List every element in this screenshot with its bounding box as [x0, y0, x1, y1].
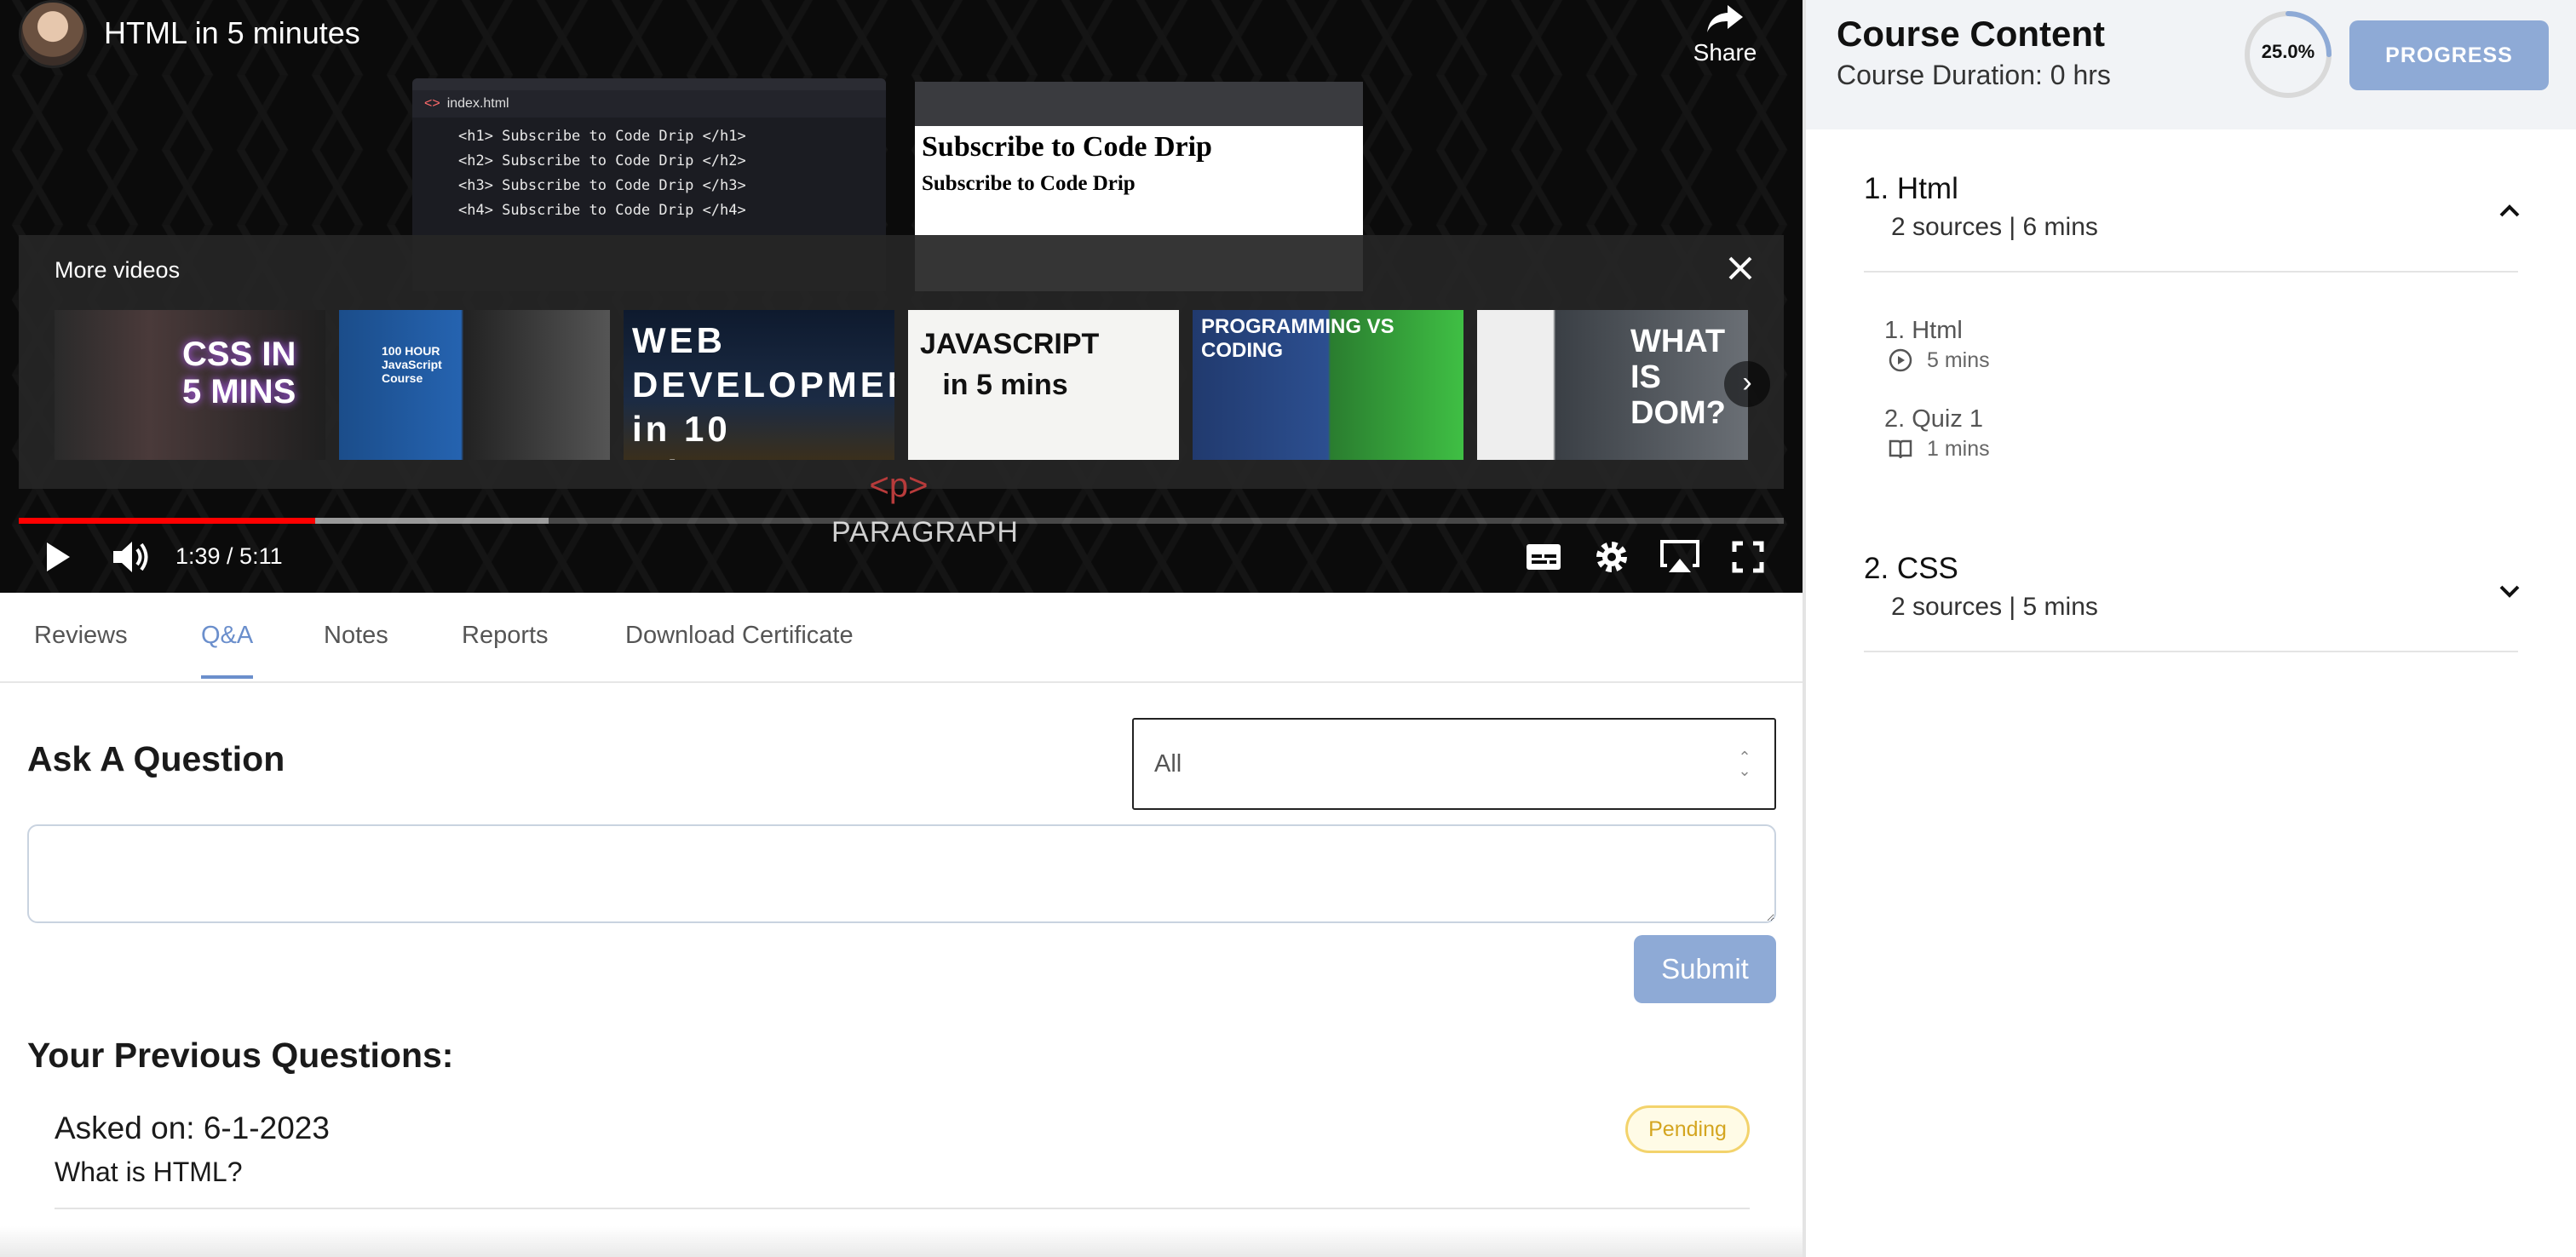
tab-reviews[interactable]: Reviews: [34, 622, 128, 675]
progress-button[interactable]: PROGRESS: [2349, 20, 2549, 90]
tab-bar: Reviews Q&A Notes Reports Download Certi…: [0, 593, 1803, 683]
ask-question-heading: Ask A Question: [27, 739, 285, 778]
more-videos-title: More videos: [55, 257, 181, 283]
thumbnail-text: CSS IN 5 MINS: [182, 336, 296, 410]
code-line: <h1> Subscribe to Code Drip </h1>: [458, 128, 746, 145]
video-thumbnail[interactable]: WEB DEVELOPMENT in 10 minutes: [624, 310, 894, 460]
submit-button[interactable]: Submit: [1634, 935, 1776, 1003]
share-icon: [1707, 5, 1743, 32]
share-button[interactable]: Share: [1687, 2, 1763, 66]
play-icon: [47, 542, 70, 571]
course-sidebar: Course Content Course Duration: 0 hrs 25…: [1803, 0, 2576, 1257]
volume-icon: [113, 542, 148, 572]
question-text: What is HTML?: [55, 1157, 243, 1187]
video-time: 1:39 / 5:11: [175, 543, 283, 569]
code-line: <h4> Subscribe to Code Drip </h4>: [458, 202, 746, 219]
video-progress-bar[interactable]: [19, 518, 1784, 524]
thumbnail-text: PROGRAMMING VS CODING: [1201, 315, 1394, 362]
chevron-down-icon[interactable]: [2494, 576, 2525, 606]
captions-button[interactable]: [1523, 533, 1564, 581]
thumbnail-text: JAVASCRIPT in 5 mins: [920, 328, 1100, 401]
browser-h1: Subscribe to Code Drip: [922, 131, 1212, 163]
status-badge: Pending: [1625, 1105, 1750, 1153]
section-title: 1. Html: [1864, 172, 1958, 205]
section-meta: 2 sources | 5 mins: [1891, 593, 2098, 621]
select-arrows-icon: ⌃ ⌄: [1738, 749, 1751, 779]
code-tab-label: index.html: [446, 96, 509, 111]
chevron-right-icon[interactable]: ›: [1724, 361, 1770, 407]
play-circle-icon: [1889, 348, 1912, 372]
app-root: <> index.html <h1> Subscribe to Code Drip…: [0, 0, 2576, 1257]
more-videos-list: CSS IN 5 MINS 100 HOUR JavaScript Course…: [55, 310, 1748, 460]
book-icon: [1889, 439, 1912, 459]
airplay-icon: [1660, 540, 1699, 572]
gear-icon: [1596, 542, 1627, 572]
video-title[interactable]: HTML in 5 minutes: [104, 15, 360, 51]
airplay-button[interactable]: [1658, 533, 1702, 581]
browser-h2: Subscribe to Code Drip: [922, 172, 1136, 195]
course-title: Course Content: [1837, 14, 2105, 54]
lesson-duration: 1 mins: [1927, 436, 1990, 461]
lesson-title: 2. Quiz 1: [1884, 405, 1984, 433]
tab-notes[interactable]: Notes: [324, 622, 388, 675]
code-line: <h2> Subscribe to Code Drip </h2>: [458, 152, 746, 169]
question-date: Asked on: 6-1-2023: [55, 1111, 330, 1145]
more-videos-panel: More videos CSS IN 5 MINS 100 HOUR JavaS…: [19, 235, 1784, 489]
section-meta: 2 sources | 6 mins: [1891, 213, 2098, 241]
question-input[interactable]: [27, 824, 1776, 923]
lesson-duration: 5 mins: [1927, 347, 1990, 372]
video-thumbnail[interactable]: JAVASCRIPT in 5 mins: [908, 310, 1179, 460]
close-icon[interactable]: [1726, 254, 1755, 283]
sidebar-header: Course Content Course Duration: 0 hrs 25…: [1806, 0, 2576, 129]
course-duration: Course Duration: 0 hrs: [1837, 60, 2111, 90]
tab-download-certificate[interactable]: Download Certificate: [625, 622, 854, 675]
fullscreen-icon: [1732, 541, 1764, 573]
video-thumbnail[interactable]: 100 HOUR JavaScript Course: [339, 310, 610, 460]
previous-questions-heading: Your Previous Questions:: [27, 1036, 454, 1075]
video-thumbnail[interactable]: PROGRAMMING VS CODING: [1193, 310, 1463, 460]
section-divider: [1864, 651, 2518, 652]
video-thumbnail[interactable]: CSS IN 5 MINS: [55, 310, 325, 460]
fullscreen-button[interactable]: [1728, 533, 1768, 581]
select-value: All: [1154, 749, 1182, 778]
settings-button[interactable]: [1591, 533, 1632, 581]
tab-qa[interactable]: Q&A: [201, 622, 254, 679]
code-line: <h3> Subscribe to Code Drip </h3>: [458, 177, 746, 194]
section-divider: [1864, 271, 2518, 273]
video-overlay-tag: <p>: [869, 467, 929, 504]
progress-percent: 25.0%: [2261, 41, 2315, 62]
thumbnail-text: 100 HOUR JavaScript Course: [382, 344, 442, 385]
captions-icon: [1527, 544, 1561, 570]
share-label: Share: [1693, 39, 1757, 66]
tab-reports[interactable]: Reports: [462, 622, 549, 675]
thumbnail-text: WEB DEVELOPMENT in 10 minutes: [632, 320, 894, 460]
video-thumbnail[interactable]: WHAT IS DOM?: [1477, 310, 1748, 460]
lesson-title: 1. Html: [1884, 317, 1963, 344]
volume-button[interactable]: [106, 533, 157, 581]
question-divider: [55, 1208, 1750, 1209]
play-button[interactable]: [34, 533, 82, 581]
channel-avatar[interactable]: [19, 0, 87, 68]
section-title: 2. CSS: [1864, 552, 1958, 585]
video-played-fill: [19, 518, 316, 524]
chevron-up-icon[interactable]: [2494, 196, 2525, 227]
question-filter-select[interactable]: All ⌃ ⌄: [1132, 718, 1776, 810]
video-player[interactable]: <> index.html <h1> Subscribe to Code Drip…: [0, 0, 1803, 593]
